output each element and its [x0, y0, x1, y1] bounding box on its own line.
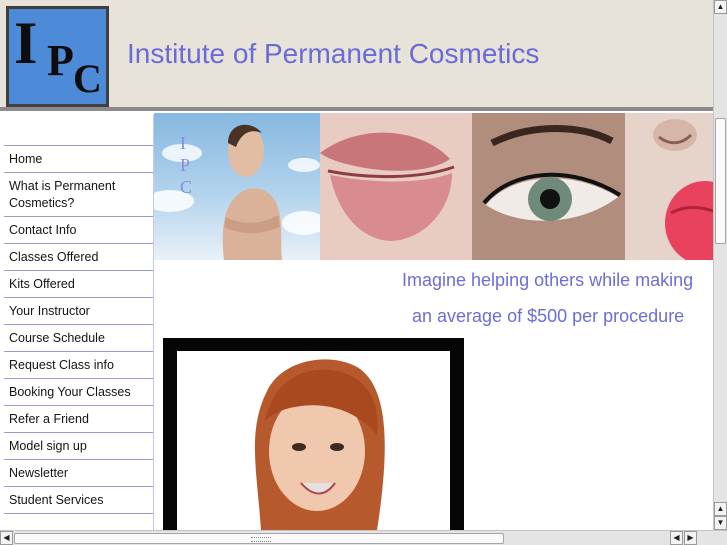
banner-letter-c: C [180, 177, 192, 197]
scroll-down-arrow-icon[interactable]: ▼ [714, 516, 727, 530]
banner-eye-photo [472, 113, 625, 260]
banner-model-photo: I P C [154, 113, 326, 260]
site-header: I P C Institute of Permanent Cosmetics [0, 0, 713, 111]
banner-letter-p: P [180, 155, 190, 175]
portrait-photo [177, 351, 450, 530]
logo-letter-p: P [47, 36, 74, 85]
nav-your-instructor[interactable]: Your Instructor [4, 298, 153, 325]
nav-student-services[interactable]: Student Services [4, 487, 153, 514]
banner-image-strip: I P C [154, 113, 713, 260]
nav-what-is-permanent-cosmetics[interactable]: What is Permanent Cosmetics? [4, 173, 153, 217]
nav-refer-a-friend[interactable]: Refer a Friend [4, 406, 153, 433]
nav-model-sign-up[interactable]: Model sign up [4, 433, 153, 460]
portrait-photo-frame [163, 338, 464, 530]
nav-home[interactable]: Home [4, 146, 153, 173]
scroll-grip-icon [251, 537, 271, 542]
sidebar-nav: Home What is Permanent Cosmetics? Contac… [4, 115, 154, 530]
sidebar-spacer [4, 115, 153, 146]
banner-letter-i: I [180, 133, 186, 153]
nav-classes-offered[interactable]: Classes Offered [4, 244, 153, 271]
scroll-right-arrow-icon[interactable]: ▶ [684, 531, 697, 545]
scroll-up-arrow-icon[interactable]: ▲ [714, 0, 727, 14]
horizontal-scrollbar[interactable]: ◀ ◀ ▶ [0, 530, 727, 545]
scroll-left-arrow-right-icon[interactable]: ◀ [670, 531, 683, 545]
logo-letter-c: C [73, 56, 102, 101]
vertical-scroll-thumb[interactable] [715, 118, 726, 244]
tagline-line-1: Imagine helping others while making [402, 270, 694, 290]
nav-contact-info[interactable]: Contact Info [4, 217, 153, 244]
tagline-line-2: an average of $500 per procedure [412, 306, 685, 326]
scroll-left-arrow-icon[interactable]: ◀ [0, 531, 13, 545]
nav-booking-your-classes[interactable]: Booking Your Classes [4, 379, 153, 406]
nav-kits-offered[interactable]: Kits Offered [4, 271, 153, 298]
ipc-logo[interactable]: I P C [6, 6, 109, 107]
horizontal-scroll-thumb[interactable] [14, 533, 504, 544]
banner-red-lips-photo [625, 113, 713, 260]
vertical-scrollbar[interactable]: ▲ ▲ ▼ [713, 0, 727, 530]
logo-inner: I P C [9, 9, 106, 104]
banner-lips-photo [320, 113, 472, 260]
site-title: Institute of Permanent Cosmetics [127, 38, 540, 69]
nav-request-class-info[interactable]: Request Class info [4, 352, 153, 379]
nav-course-schedule[interactable]: Course Schedule [4, 325, 153, 352]
logo-letter-i: I [14, 10, 38, 76]
nav-newsletter[interactable]: Newsletter [4, 460, 153, 487]
scroll-up-arrow-bottom-icon[interactable]: ▲ [714, 502, 727, 516]
